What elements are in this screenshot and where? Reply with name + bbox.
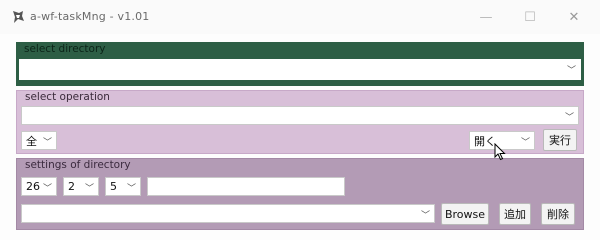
day-select-value: 5 bbox=[110, 180, 117, 193]
browse-button-label: Browse bbox=[444, 207, 486, 221]
operation-select[interactable]: ﹀ bbox=[21, 106, 579, 125]
path-select[interactable]: ﹀ bbox=[21, 204, 435, 223]
maximize-icon: ☐ bbox=[524, 9, 536, 25]
select-operation-legend: select operation bbox=[25, 91, 110, 103]
chevron-down-icon: ﹀ bbox=[520, 138, 530, 148]
close-button[interactable]: ✕ bbox=[552, 0, 596, 34]
chevron-down-icon: ﹀ bbox=[84, 184, 94, 194]
day-select[interactable]: 5 ﹀ bbox=[105, 177, 141, 196]
delete-button[interactable]: 削除 bbox=[541, 203, 575, 225]
year-select[interactable]: 26 ﹀ bbox=[21, 177, 57, 196]
chevron-down-icon: ﹀ bbox=[566, 66, 576, 76]
select-directory-group: select directory ﹀ bbox=[16, 42, 584, 86]
execute-button-label: 実行 bbox=[549, 134, 571, 147]
action-select-value: 開く bbox=[474, 134, 496, 148]
name-field[interactable] bbox=[147, 177, 345, 196]
directory-select[interactable]: ﹀ bbox=[19, 59, 581, 80]
chevron-down-icon: ﹀ bbox=[42, 138, 52, 148]
delete-button-label: 削除 bbox=[547, 208, 569, 221]
chevron-down-icon: ﹀ bbox=[420, 211, 430, 221]
mouse-pointer-icon bbox=[494, 143, 506, 161]
settings-of-directory-legend: settings of directory bbox=[25, 159, 131, 171]
execute-button[interactable]: 実行 bbox=[543, 129, 577, 151]
select-directory-legend: select directory bbox=[24, 43, 106, 55]
chevron-down-icon: ﹀ bbox=[564, 113, 574, 123]
maximize-button[interactable]: ☐ bbox=[508, 0, 552, 34]
window-title: a-wf-taskMng - v1.01 bbox=[30, 10, 150, 23]
scope-select-value: 全 bbox=[26, 134, 37, 148]
minimize-icon: — bbox=[479, 9, 493, 25]
title-bar[interactable]: a-wf-taskMng - v1.01 — ☐ ✕ bbox=[0, 0, 600, 34]
year-select-value: 26 bbox=[26, 180, 40, 193]
scope-select[interactable]: 全 ﹀ bbox=[21, 131, 57, 150]
app-logo-icon bbox=[13, 11, 24, 23]
chevron-down-icon: ﹀ bbox=[42, 184, 52, 194]
minimize-button[interactable]: — bbox=[464, 0, 508, 34]
close-icon: ✕ bbox=[568, 9, 580, 25]
settings-of-directory-group: settings of directory 26 ﹀ 2 ﹀ 5 ﹀ ﹀ Bro… bbox=[16, 158, 584, 230]
add-button-label: 追加 bbox=[504, 208, 526, 221]
browse-button[interactable]: Browse bbox=[441, 203, 489, 225]
app-window: a-wf-taskMng - v1.01 — ☐ ✕ select direct… bbox=[0, 0, 600, 240]
month-select-value: 2 bbox=[68, 180, 75, 193]
add-button[interactable]: 追加 bbox=[499, 203, 531, 225]
month-select[interactable]: 2 ﹀ bbox=[63, 177, 99, 196]
chevron-down-icon: ﹀ bbox=[126, 184, 136, 194]
